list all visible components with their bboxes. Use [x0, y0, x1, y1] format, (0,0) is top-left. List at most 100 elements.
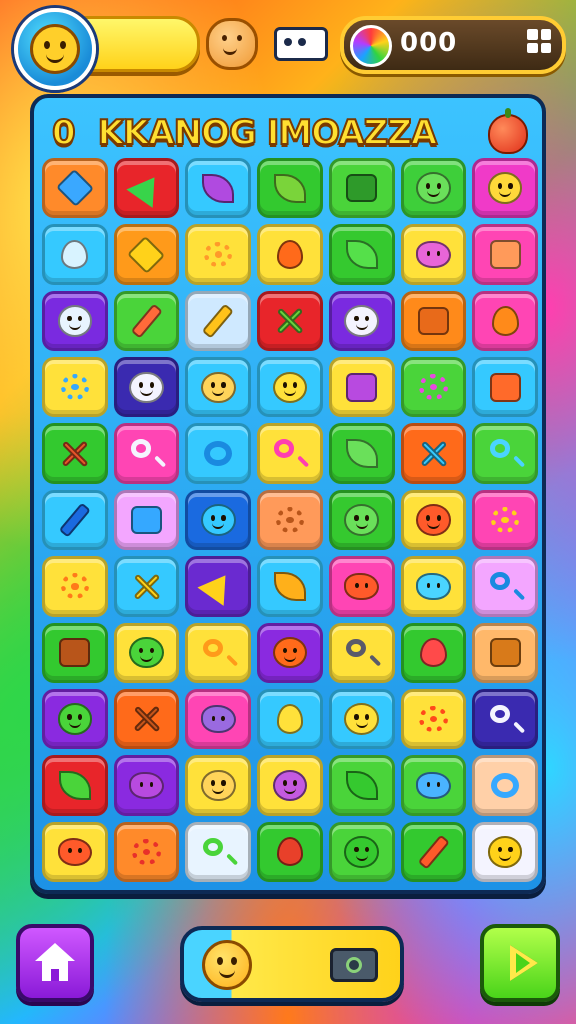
tile[interactable]	[113, 821, 180, 882]
water-drop-icon	[58, 239, 93, 271]
tile[interactable]	[185, 622, 252, 683]
tile[interactable]	[472, 290, 538, 352]
gray-magnifier-icon	[344, 637, 379, 669]
tile[interactable]	[42, 622, 108, 683]
tile[interactable]	[328, 158, 395, 219]
tile[interactable]	[400, 158, 467, 219]
tile[interactable]	[328, 489, 395, 551]
tile[interactable]	[113, 755, 180, 816]
tile[interactable]	[185, 290, 252, 352]
tile[interactable]	[472, 688, 538, 750]
camera-icon[interactable]	[330, 948, 378, 982]
tile[interactable]	[42, 158, 108, 219]
tile[interactable]	[472, 224, 538, 285]
tile[interactable]	[42, 489, 108, 551]
yellow-chick-icon	[200, 769, 236, 802]
tile[interactable]	[472, 489, 538, 551]
coin-value: 000	[400, 28, 458, 58]
tile[interactable]	[400, 688, 467, 750]
tile[interactable]	[42, 556, 108, 617]
tile[interactable]	[328, 821, 395, 882]
tile[interactable]	[472, 556, 538, 617]
tile[interactable]	[257, 556, 323, 617]
yellow-crayon-icon	[201, 303, 236, 339]
dice-icon	[344, 172, 379, 204]
tile[interactable]	[185, 821, 252, 882]
tile[interactable]	[113, 357, 180, 418]
tile[interactable]	[400, 755, 467, 816]
tile[interactable]	[472, 755, 538, 816]
tile[interactable]	[257, 755, 323, 816]
tile[interactable]	[113, 224, 180, 285]
grid-menu-icon[interactable]	[524, 26, 554, 56]
power-meter[interactable]	[180, 926, 404, 1002]
tile[interactable]	[42, 224, 108, 285]
tile[interactable]	[328, 622, 395, 683]
tile[interactable]	[42, 755, 108, 816]
tile[interactable]	[113, 556, 180, 617]
tile[interactable]	[400, 556, 467, 617]
tile[interactable]	[472, 357, 538, 418]
tile[interactable]	[400, 224, 467, 285]
tile[interactable]	[42, 357, 108, 418]
gold-gem-icon	[127, 235, 166, 274]
tile[interactable]	[257, 158, 323, 219]
green-pepper-icon	[344, 239, 379, 271]
tile[interactable]	[400, 357, 467, 418]
tile[interactable]	[472, 158, 538, 219]
tile[interactable]	[328, 423, 395, 484]
orange-gear-icon	[58, 571, 93, 603]
tile[interactable]	[257, 357, 323, 418]
tile[interactable]	[400, 290, 467, 352]
tile[interactable]	[185, 688, 252, 750]
tile[interactable]	[113, 688, 180, 750]
tile[interactable]	[328, 290, 395, 352]
tile[interactable]	[42, 688, 108, 750]
tile[interactable]	[400, 423, 467, 484]
battery-icon	[344, 372, 379, 404]
tile[interactable]	[185, 755, 252, 816]
tile[interactable]	[472, 423, 538, 484]
red-apple-icon	[273, 836, 308, 868]
tile[interactable]	[185, 357, 252, 418]
tile[interactable]	[257, 489, 323, 551]
crossed-swords-icon	[58, 438, 93, 470]
tile[interactable]	[42, 821, 108, 882]
tile[interactable]	[113, 622, 180, 683]
tile[interactable]	[113, 290, 180, 352]
tile[interactable]	[113, 489, 180, 551]
home-button[interactable]	[16, 924, 94, 1002]
cookie-face-icon[interactable]	[206, 18, 258, 70]
tile[interactable]	[185, 489, 252, 551]
tile[interactable]	[185, 158, 252, 219]
tile[interactable]	[328, 755, 395, 816]
green-ball-face-icon	[57, 703, 93, 735]
tile[interactable]	[400, 622, 467, 683]
play-button[interactable]	[480, 924, 560, 1002]
tile[interactable]	[472, 821, 538, 882]
tile[interactable]	[328, 556, 395, 617]
tile[interactable]	[328, 688, 395, 750]
tile[interactable]	[328, 357, 395, 418]
tile[interactable]	[257, 821, 323, 882]
tile[interactable]	[472, 622, 538, 683]
tile[interactable]	[42, 290, 108, 352]
tile[interactable]	[400, 489, 467, 551]
tile[interactable]	[113, 423, 180, 484]
tile[interactable]	[257, 622, 323, 683]
tile[interactable]	[185, 224, 252, 285]
tile[interactable]	[42, 423, 108, 484]
tile[interactable]	[257, 290, 323, 352]
tile[interactable]	[400, 821, 467, 882]
tile[interactable]	[185, 556, 252, 617]
ticket-icon[interactable]	[274, 27, 328, 61]
tile[interactable]	[328, 224, 395, 285]
watermelon-icon	[416, 637, 451, 669]
tile[interactable]	[257, 224, 323, 285]
tile[interactable]	[257, 423, 323, 484]
tile[interactable]	[257, 688, 323, 750]
tile[interactable]	[113, 158, 180, 219]
player-avatar[interactable]	[14, 8, 96, 90]
sun-face-icon	[202, 940, 252, 990]
tile[interactable]	[185, 423, 252, 484]
